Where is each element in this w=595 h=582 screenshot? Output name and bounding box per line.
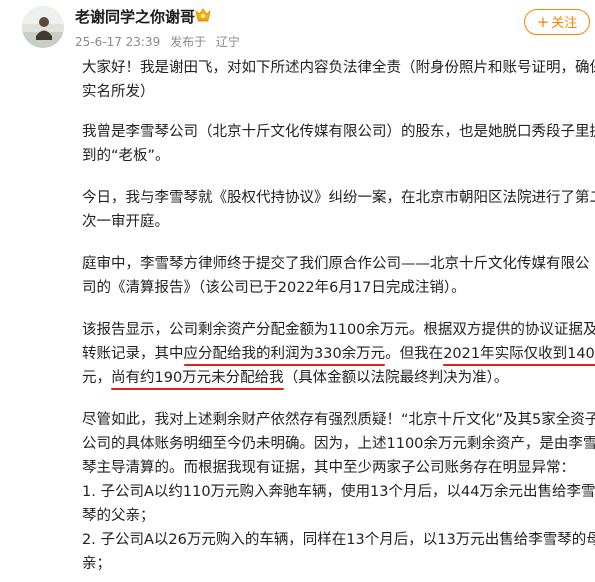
text-segment: 元， <box>82 370 111 386</box>
text-line: 该报告显示，公司剩余资产分配金额为1100余万元。根据双方提供的协议证据及 <box>82 320 595 340</box>
text-line: 转账记录，其中应分配给我的利润为330余万元。但我在2021年实际仅收到140万 <box>82 344 595 364</box>
text-segment: 庭审中，李雪琴方律师终于提交了我们原合作公司——北京十斤文化传媒有限公 <box>82 256 590 272</box>
post-header: 老谢同学之你谢哥 25-6-17 23:39 发布于 辽宁 + 关注 <box>0 0 595 56</box>
text-line: 2. 子公司A以26万元购入的车辆，同样在13个月后，以13万元出售给李雪琴的母 <box>82 530 595 550</box>
text-segment: 大家好！我是谢田飞，对如下所述内容负法律全责（附身份照片和账号证明，确保 <box>82 60 595 76</box>
text-line: 到的“老板”。 <box>82 146 170 166</box>
text-line: 1. 子公司A以约110万元购入奔驰车辆，使用13个月后，以44万余元出售给李雪 <box>82 482 595 502</box>
text-segment: 琴主导清算的。而根据我现有证据，其中至少两家子公司账务存在明显异常： <box>82 460 575 476</box>
text-segment: 尽管如此，我对上述剩余财产依然存有强烈质疑！“北京十斤文化”及其5家全资子 <box>82 412 595 428</box>
post-source: 发布于 <box>170 35 207 49</box>
plus-icon: + <box>536 13 550 31</box>
text-line: 今日，我与李雪琴就《股权代持协议》纠纷一案，在北京市朝阳区法院进行了第二 <box>82 188 595 208</box>
underlined-text: 尚有约190万元未分配给我 <box>111 370 284 386</box>
author-name[interactable]: 老谢同学之你谢哥 <box>75 6 195 27</box>
text-line: 亲； <box>82 554 111 574</box>
text-line: 元，尚有约190万元未分配给我（具体金额以法院最终判决为准）。 <box>82 368 508 388</box>
text-segment: （具体金额以法院最终判决为准）。 <box>283 370 509 386</box>
post-location: 辽宁 <box>215 35 240 49</box>
text-segment: 次一审开庭。 <box>82 214 169 230</box>
text-line: 司的《清算报告》（该公司已于2022年6月17日完成注销）。 <box>82 278 466 298</box>
text-line: 琴主导清算的。而根据我现有证据，其中至少两家子公司账务存在明显异常： <box>82 458 575 478</box>
text-segment: 1. 子公司A以约110万元购入奔驰车辆，使用13个月后，以44万余元出售给李雪 <box>82 484 595 500</box>
vip-badge-icon <box>195 8 211 22</box>
text-segment: 我曾是李雪琴公司（北京十斤文化传媒有限公司）的股东，也是她脱口秀段子里提 <box>82 124 595 140</box>
text-line: 尽管如此，我对上述剩余财产依然存有强烈质疑！“北京十斤文化”及其5家全资子 <box>82 410 595 430</box>
text-segment: 到的“老板”。 <box>82 148 170 164</box>
text-segment: 。但我在 <box>385 346 444 362</box>
text-line: 庭审中，李雪琴方律师终于提交了我们原合作公司——北京十斤文化传媒有限公 <box>82 254 590 274</box>
post-meta: 25-6-17 23:39 发布于 辽宁 <box>75 33 246 50</box>
text-segment: 该报告显示，公司剩余资产分配金额为1100余万元。根据双方提供的协议证据及 <box>82 322 595 338</box>
text-segment: 实名所发） <box>82 84 155 100</box>
text-segment: 2. 子公司A以26万元购入的车辆，同样在13个月后，以13万元出售给李雪琴的母 <box>82 532 595 548</box>
text-segment: 转账记录，其中 <box>82 346 184 362</box>
text-line: 我曾是李雪琴公司（北京十斤文化传媒有限公司）的股东，也是她脱口秀段子里提 <box>82 122 595 142</box>
follow-label: 关注 <box>551 16 578 31</box>
underlined-text: 2021年实际仅收到140万 <box>443 346 595 362</box>
text-segment: 今日，我与李雪琴就《股权代持协议》纠纷一案，在北京市朝阳区法院进行了第二 <box>82 190 595 206</box>
avatar[interactable] <box>22 6 64 48</box>
text-line: 实名所发） <box>82 82 155 102</box>
post-timestamp: 25-6-17 23:39 <box>75 35 161 49</box>
text-segment: 公司的具体账务明细至今仍未明确。因为，上述1100余万元剩余资产，是由李雪 <box>82 436 595 452</box>
text-line: 公司的具体账务明细至今仍未明确。因为，上述1100余万元剩余资产，是由李雪 <box>82 434 595 454</box>
text-segment: 亲； <box>82 556 111 572</box>
underlined-text: 应分配给我的利润为330余万元 <box>183 346 386 362</box>
text-line: 大家好！我是谢田飞，对如下所述内容负法律全责（附身份照片和账号证明，确保 <box>82 58 595 78</box>
follow-button[interactable]: + 关注 <box>524 9 590 35</box>
text-line: 次一审开庭。 <box>82 212 169 232</box>
text-line: 琴的父亲； <box>82 506 155 526</box>
text-segment: 琴的父亲； <box>82 508 155 524</box>
text-segment: 司的《清算报告》（该公司已于2022年6月17日完成注销）。 <box>82 280 466 296</box>
